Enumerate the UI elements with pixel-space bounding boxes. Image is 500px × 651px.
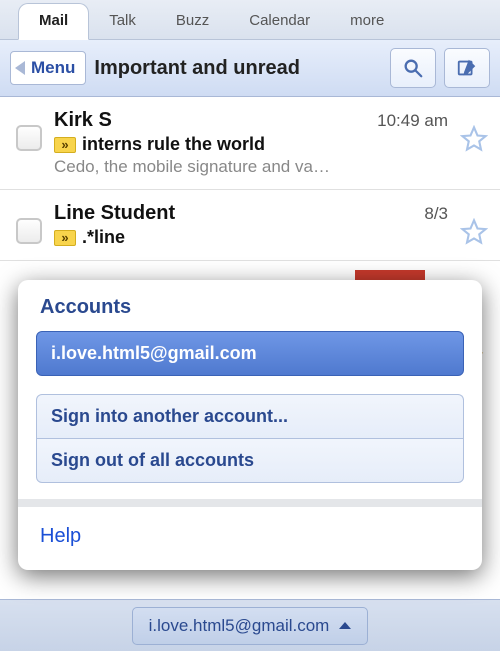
menu-button-label: Menu	[31, 58, 75, 78]
tab-talk[interactable]: Talk	[89, 4, 156, 39]
tab-buzz[interactable]: Buzz	[156, 4, 229, 39]
star-toggle[interactable]	[460, 218, 488, 246]
mail-list: Kirk S 10:49 am interns rule the world C…	[0, 97, 500, 261]
toolbar: Menu Important and unread	[0, 40, 500, 97]
mail-item[interactable]: Line Student 8/3 .*line	[0, 190, 500, 261]
search-button[interactable]	[390, 48, 436, 88]
account-switcher[interactable]: i.love.html5@gmail.com	[132, 607, 369, 645]
tab-calendar[interactable]: Calendar	[229, 4, 330, 39]
mail-date: 10:49 am	[377, 111, 448, 131]
mail-subject: interns rule the world	[82, 134, 265, 155]
search-icon	[402, 57, 424, 79]
compose-button[interactable]	[444, 48, 490, 88]
sign-in-another-button[interactable]: Sign into another account...	[36, 394, 464, 438]
sender-name: Kirk S	[54, 109, 377, 132]
menu-button[interactable]: Menu	[10, 51, 86, 85]
mail-content: Line Student 8/3 .*line	[54, 202, 448, 248]
help-link[interactable]: Help	[18, 507, 482, 560]
mail-subject: .*line	[82, 227, 125, 248]
account-email: i.love.html5@gmail.com	[149, 616, 330, 636]
select-checkbox[interactable]	[16, 218, 42, 244]
star-outline-icon	[460, 218, 488, 246]
select-checkbox[interactable]	[16, 125, 42, 151]
mail-content: Kirk S 10:49 am interns rule the world C…	[54, 109, 448, 177]
chevron-left-icon	[15, 61, 25, 75]
account-footer: i.love.html5@gmail.com	[0, 599, 500, 651]
star-outline-icon	[460, 125, 488, 153]
sign-out-all-button[interactable]: Sign out of all accounts	[36, 438, 464, 483]
page-title: Important and unread	[94, 57, 382, 80]
popup-title: Accounts	[18, 280, 482, 331]
tab-more[interactable]: more	[330, 4, 404, 39]
account-item-selected[interactable]: i.love.html5@gmail.com	[36, 331, 464, 376]
triangle-up-icon	[339, 622, 351, 629]
tab-mail[interactable]: Mail	[18, 3, 89, 40]
mail-snippet: Cedo, the mobile signature and va…	[54, 157, 448, 177]
star-toggle[interactable]	[460, 125, 488, 153]
important-icon	[54, 137, 76, 153]
compose-icon	[456, 57, 478, 79]
top-tabs: Mail Talk Buzz Calendar more	[0, 0, 500, 40]
sender-name: Line Student	[54, 202, 424, 225]
important-icon	[54, 230, 76, 246]
accounts-popup: Accounts i.love.html5@gmail.com Sign int…	[18, 280, 482, 570]
mail-date: 8/3	[424, 204, 448, 224]
mail-item[interactable]: Kirk S 10:49 am interns rule the world C…	[0, 97, 500, 190]
popup-list: i.love.html5@gmail.com Sign into another…	[18, 331, 482, 507]
